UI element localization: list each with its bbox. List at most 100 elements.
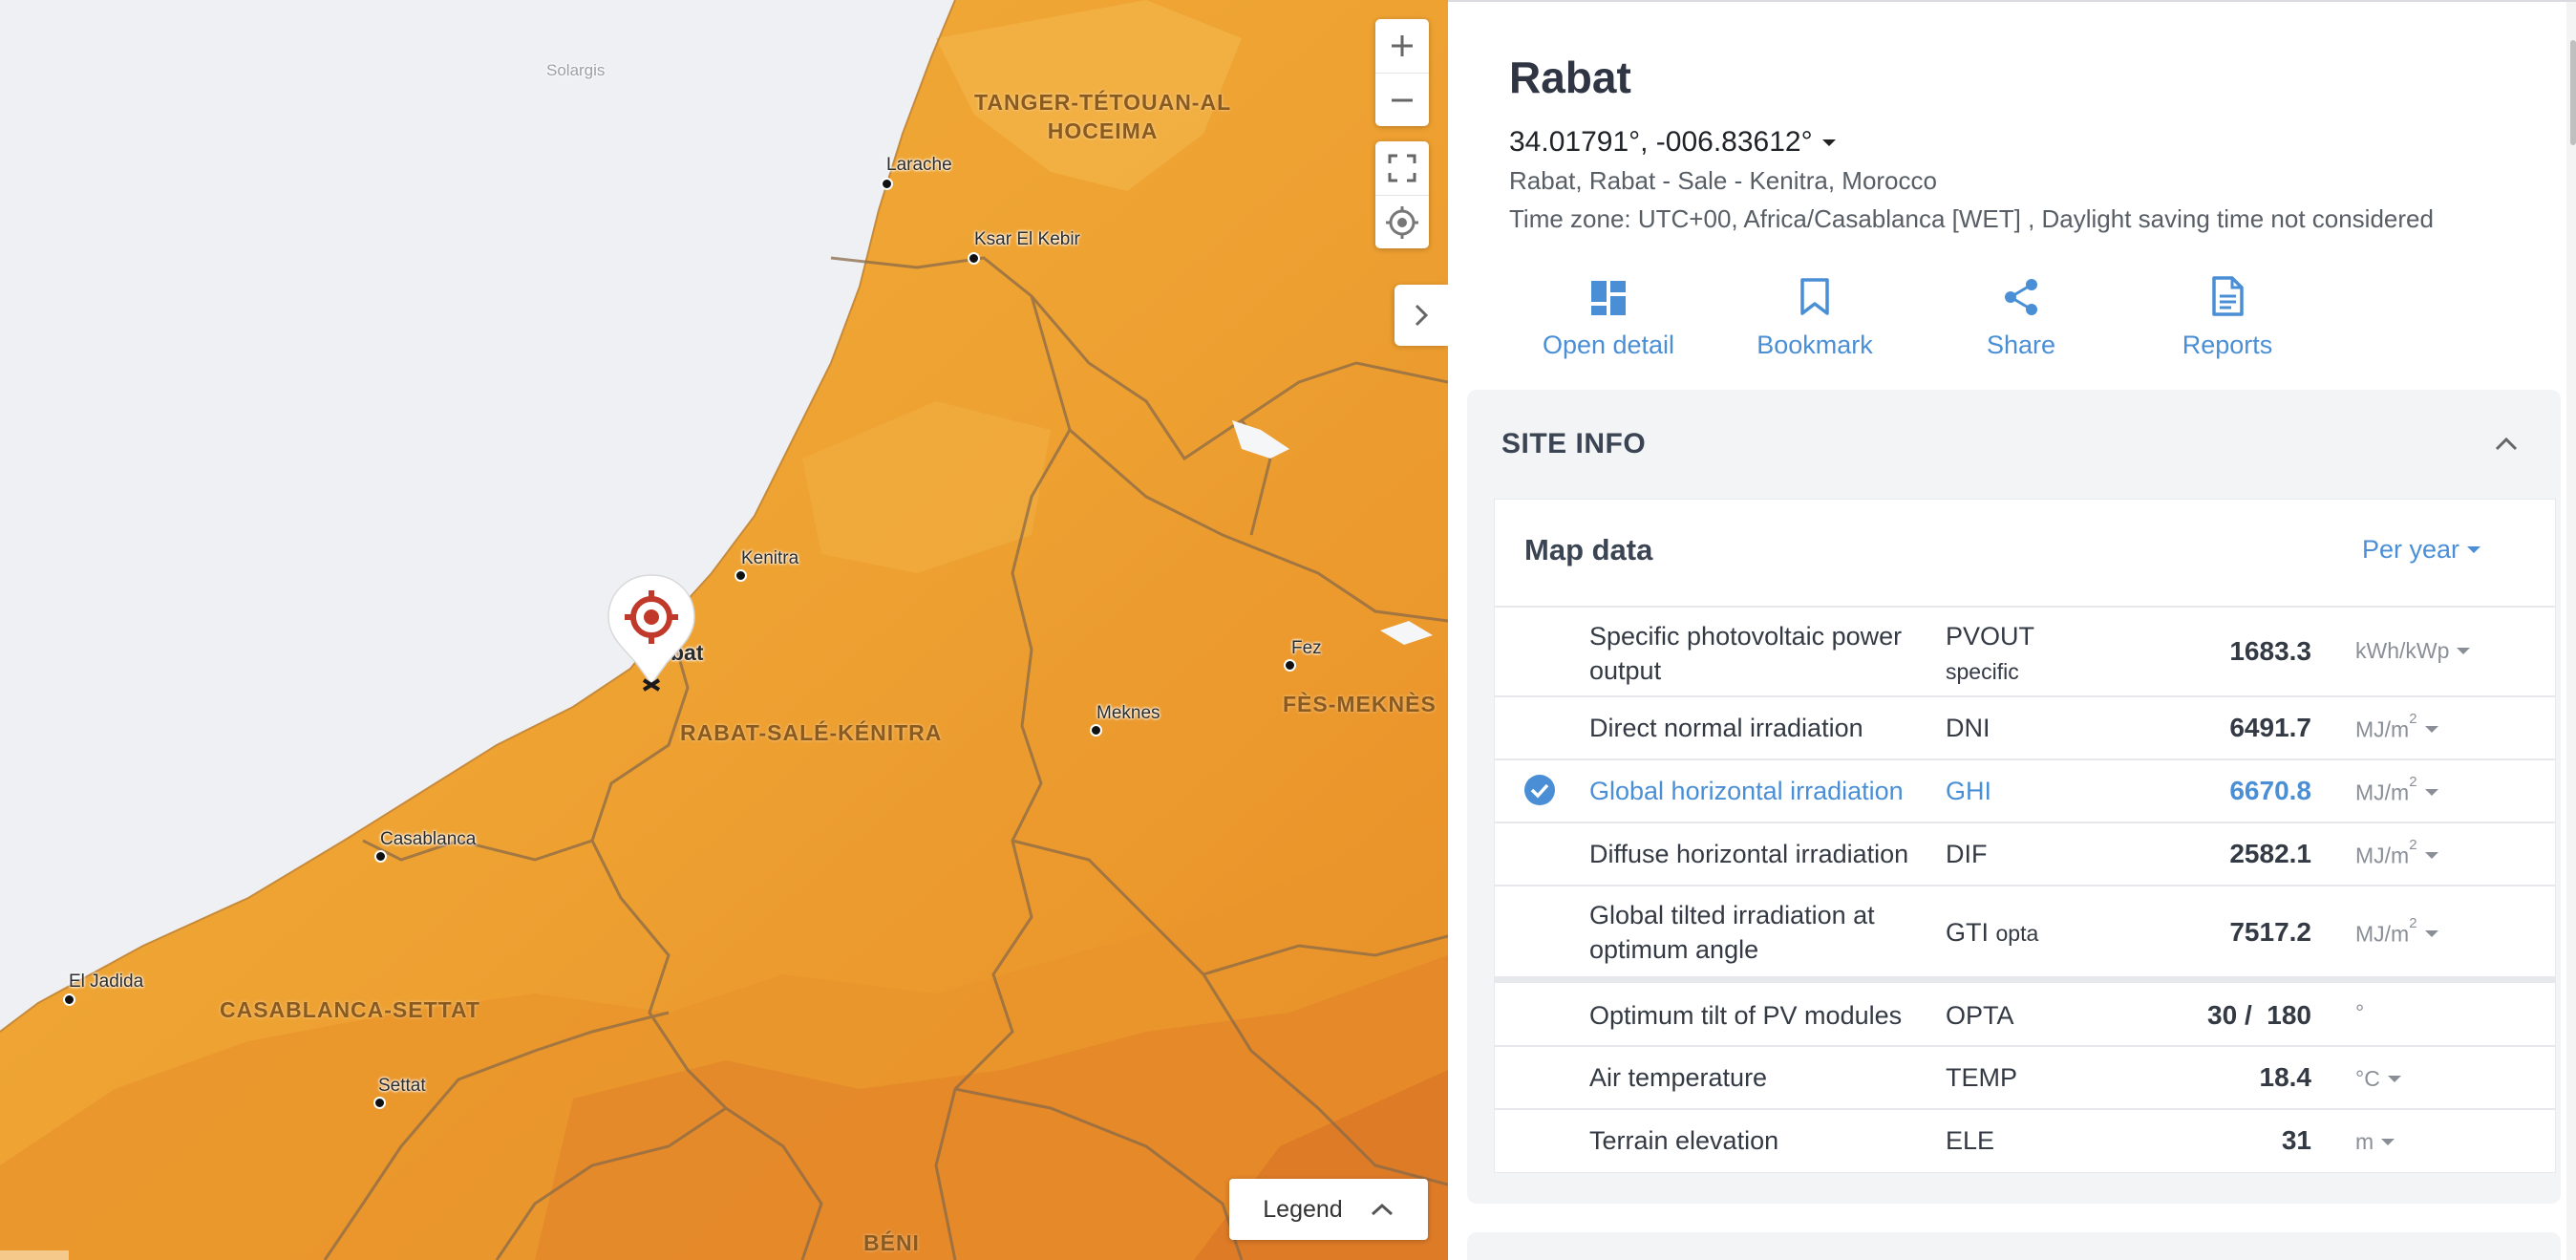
legend-button[interactable]: Legend [1229,1179,1428,1240]
map-data-title: Map data [1524,533,1653,566]
row-name: Direct normal irradiation [1589,714,1863,742]
bookmark-icon [1800,278,1829,315]
row-name: Global tilted irradiation at optimum ang… [1589,901,1875,964]
city-marker [373,1097,386,1109]
chevron-up-icon[interactable] [2492,430,2521,459]
row-value: 7517.2 [2229,917,2311,947]
row-abbr: GHI [1946,777,1992,805]
row-abbr: GTI opta [1946,918,2039,947]
site-timezone: Time zone: UTC+00, Africa/Casablanca [WE… [1509,204,2434,233]
table-row[interactable]: Air temperature TEMP 18.4 °C [1495,1045,2555,1108]
unit-dropdown[interactable]: MJ/m2 [2355,837,2438,869]
row-abbr: TEMP [1946,1063,2018,1092]
legend-label: Legend [1263,1195,1343,1223]
unit-dropdown[interactable]: kWh/kWp [2355,638,2471,664]
site-panel: Rabat 34.01791°, -006.83612° Rabat, Raba… [1448,0,2576,1260]
city-marker [374,850,387,863]
unit-dropdown[interactable]: MJ/m2 [2355,915,2438,948]
row-abbr: OPTA [1946,1001,2014,1030]
city-label-fez: Fez [1291,638,1322,658]
zoom-in-button[interactable] [1375,19,1429,73]
unit-dropdown[interactable]: MJ/m2 [2355,711,2438,743]
unit-dropdown[interactable]: m [2355,1129,2395,1155]
share-icon [2005,279,2037,315]
city-label-casablanca: Casablanca [380,829,477,849]
reports-label: Reports [2182,331,2273,359]
row-name: Global horizontal irradiation [1589,777,1904,805]
reports-button[interactable]: Reports [2132,267,2323,360]
city-label-el-jadida: El Jadida [69,972,144,992]
row-value: 18.4 [2259,1062,2312,1092]
city-marker [734,569,747,582]
collapse-panel-button[interactable] [1394,285,1448,346]
row-value: 6670.8 [2229,776,2311,805]
row-name: Terrain elevation [1589,1126,1779,1155]
row-name: Air temperature [1589,1063,1768,1092]
chevron-right-icon [1415,304,1429,327]
table-row[interactable]: Direct normal irradiation DNI 6491.7 MJ/… [1495,695,2555,758]
table-row[interactable]: Diffuse horizontal irradiation DIF 2582.… [1495,822,2555,885]
city-label-ksar-el-kebir: Ksar El Kebir [974,229,1080,249]
bookmark-button[interactable]: Bookmark [1719,267,1910,360]
crosshair-icon [1386,205,1418,239]
row-value: 1683.3 [2229,636,2311,666]
row-value: 31 [2281,1125,2311,1155]
row-abbr: PVOUT specific [1946,622,2035,684]
row-unit: ° [2355,1000,2365,1025]
city-label-settat: Settat [378,1076,426,1096]
table-row[interactable]: Terrain elevation ELE 31 m [1495,1108,2555,1171]
table-row[interactable]: Optimum tilt of PV modules OPTA 30 / 180… [1495,976,2555,1045]
panel-scrollbar[interactable] [2566,2,2576,1260]
region-label-beni: BÉNI [863,1230,920,1255]
city-marker [968,252,980,265]
period-label: Per year [2362,535,2460,564]
region-label-tanger: TANGER-TÉTOUAN-AL HOCEIMA [974,90,1232,143]
city-marker [1284,659,1296,672]
site-info-header[interactable]: SITE INFO [1501,428,1646,460]
open-detail-button[interactable]: Open detail [1513,267,1704,360]
site-title: Rabat [1509,53,1631,102]
row-abbr: DIF [1946,840,1988,868]
caret-down-icon [1821,139,1836,146]
site-address: Rabat, Rabat - Sale - Kenitra, Morocco [1509,166,1937,195]
table-row[interactable]: Global horizontal irradiation GHI 6670.8… [1495,758,2555,822]
row-name: Diffuse horizontal irradiation [1589,840,1909,868]
chevron-up-icon [1371,1203,1393,1216]
bookmark-label: Bookmark [1756,331,1873,359]
fullscreen-icon [1388,154,1416,182]
period-dropdown[interactable]: Per year [2362,535,2481,565]
locate-me-button[interactable] [1375,195,1429,248]
location-pin-icon[interactable] [604,571,699,692]
next-section-card [1467,1232,2561,1260]
share-button[interactable]: Share [1926,267,2117,360]
open-detail-label: Open detail [1542,331,1675,359]
coordinates-dropdown[interactable]: 34.01791°, -006.83612° [1509,126,1836,159]
zoom-out-button[interactable] [1375,73,1429,126]
row-name: Specific photovoltaic power output [1589,622,1903,685]
fullscreen-button[interactable] [1375,141,1429,195]
map-scale-bar [0,1250,69,1260]
city-label-kenitra: Kenitra [741,548,799,568]
coordinates-text: 34.01791°, -006.83612° [1509,126,1813,158]
region-label-casablanca: CASABLANCA-SETTAT [220,997,480,1022]
row-abbr: DNI [1946,714,1991,742]
unit-dropdown[interactable]: °C [2355,1066,2401,1092]
minus-icon [1392,98,1413,101]
plus-icon [1392,35,1413,56]
city-marker [63,993,75,1006]
row-value: 6491.7 [2229,713,2311,742]
unit-dropdown[interactable]: MJ/m2 [2355,774,2438,806]
caret-down-icon [2467,546,2481,553]
map-view[interactable]: Solargis TANGER-TÉTOUAN-AL HOCEIMA RABAT… [0,0,1448,1260]
table-row[interactable]: Global tilted irradiation at optimum ang… [1495,885,2555,976]
dashboard-icon [1591,281,1626,315]
map-terrain [0,0,1448,1260]
map-attribution: Solargis [546,61,606,79]
row-value: 30 / 180 [2207,1000,2311,1030]
table-row[interactable]: Specific photovoltaic power output PVOUT… [1495,606,2555,695]
check-circle-icon [1524,775,1555,805]
row-value: 2582.1 [2229,839,2311,868]
row-name: Optimum tilt of PV modules [1589,1001,1903,1030]
city-label-larache: Larache [886,155,952,175]
view-controls [1375,141,1429,248]
